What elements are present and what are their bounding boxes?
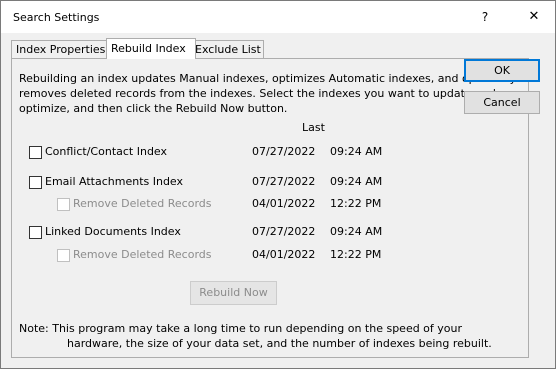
linked-documents-index-checkbox[interactable] — [29, 226, 42, 239]
linked-remove-deleted-last-date: 04/01/2022 — [252, 248, 316, 261]
index-row-linked-remove-deleted: Remove Deleted Records 04/01/2022 12:22 … — [12, 247, 512, 263]
linked-documents-index-label[interactable]: Linked Documents Index — [45, 224, 181, 240]
index-row-email-remove-deleted: Remove Deleted Records 04/01/2022 12:22 … — [12, 196, 512, 212]
email-remove-deleted-last-time: 12:22 PM — [330, 197, 382, 210]
help-button[interactable]: ? — [473, 7, 497, 27]
tab-index-properties[interactable]: Index Properties — [11, 40, 109, 58]
rebuild-description: Rebuilding an index updates Manual index… — [19, 72, 517, 115]
email-attachments-last-time: 09:24 AM — [330, 175, 383, 188]
index-row-email-attachments: Email Attachments Index 07/27/2022 09:24… — [12, 174, 512, 190]
rebuild-index-panel: Rebuilding an index updates Manual index… — [11, 58, 529, 358]
conflict-contact-index-checkbox[interactable] — [29, 146, 42, 159]
ok-button[interactable]: OK — [464, 59, 540, 82]
linked-remove-deleted-label: Remove Deleted Records — [73, 248, 212, 261]
email-attachments-index-label[interactable]: Email Attachments Index — [45, 174, 183, 190]
conflict-contact-index-label[interactable]: Conflict/Contact Index — [45, 144, 167, 160]
close-button[interactable]: ✕ — [522, 7, 546, 27]
linked-documents-last-time: 09:24 AM — [330, 225, 383, 238]
search-settings-dialog: Search Settings ? ✕ Index Properties Reb… — [0, 0, 556, 369]
tab-rebuild-index[interactable]: Rebuild Index — [106, 38, 196, 59]
cancel-button[interactable]: Cancel — [464, 91, 540, 114]
email-remove-deleted-last-date: 04/01/2022 — [252, 197, 316, 210]
conflict-contact-last-date: 07/27/2022 — [252, 145, 316, 158]
rebuild-note: Note: This program may take a long time … — [19, 321, 524, 351]
title-bar: Search Settings ? ✕ — [1, 1, 555, 33]
window-title: Search Settings — [13, 11, 100, 24]
email-attachments-last-date: 07/27/2022 — [252, 175, 316, 188]
email-remove-deleted-label: Remove Deleted Records — [73, 197, 212, 210]
rebuild-now-button[interactable]: Rebuild Now — [190, 281, 277, 305]
index-row-linked-documents: Linked Documents Index 07/27/2022 09:24 … — [12, 224, 512, 240]
note-line-2: hardware, the size of your data set, and… — [67, 337, 492, 350]
linked-remove-deleted-last-time: 12:22 PM — [330, 248, 382, 261]
index-row-conflict-contact: Conflict/Contact Index 07/27/2022 09:24 … — [12, 144, 512, 160]
linked-documents-last-date: 07/27/2022 — [252, 225, 316, 238]
last-column-header: Last — [302, 121, 325, 134]
note-line-1: Note: This program may take a long time … — [19, 322, 463, 335]
tab-exclude-list[interactable]: Exclude List — [190, 40, 264, 58]
linked-remove-deleted-checkbox[interactable] — [57, 249, 70, 262]
email-remove-deleted-checkbox[interactable] — [57, 198, 70, 211]
conflict-contact-last-time: 09:24 AM — [330, 145, 383, 158]
email-attachments-index-checkbox[interactable] — [29, 176, 42, 189]
